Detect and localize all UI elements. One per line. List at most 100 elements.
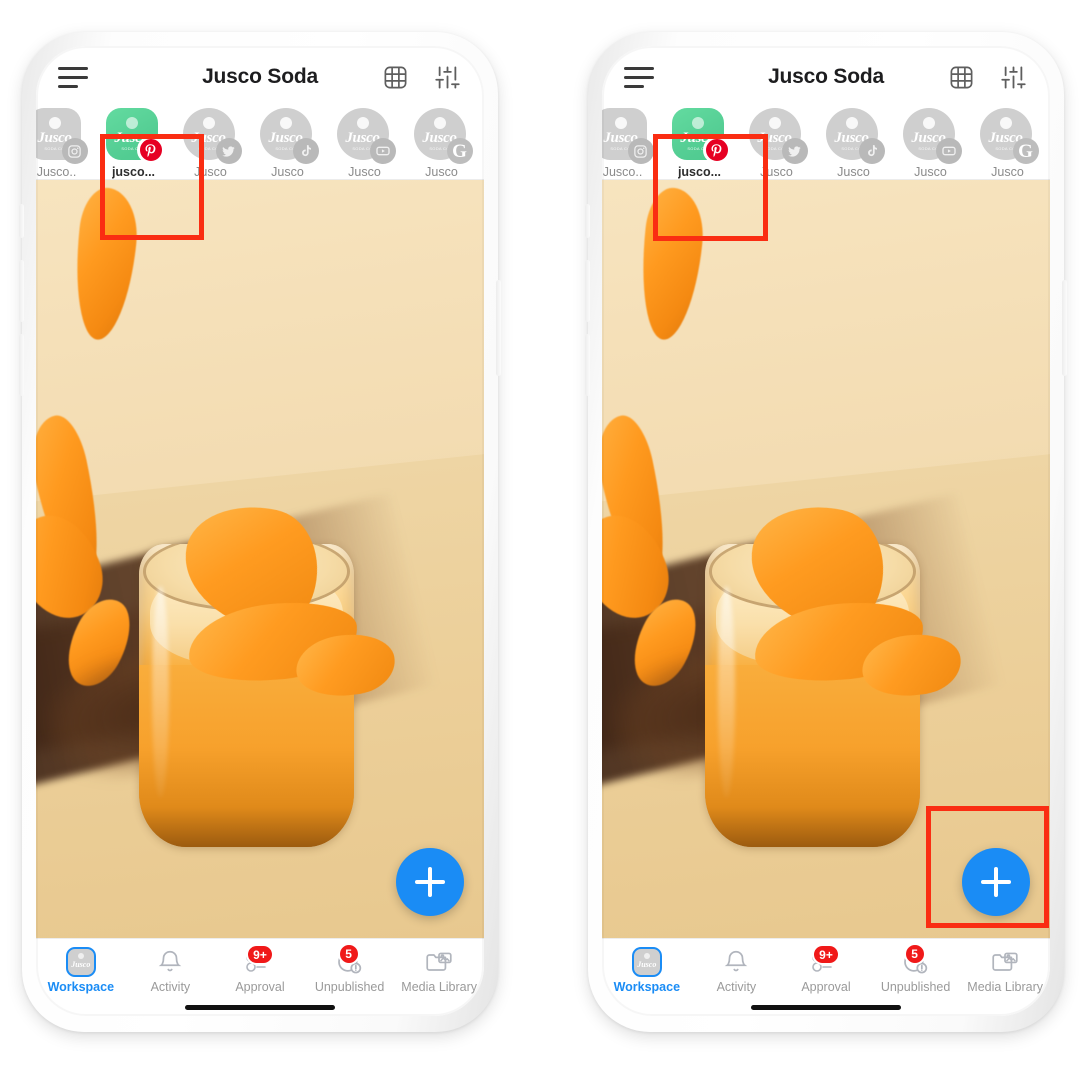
brand-dot-icon bbox=[202, 117, 215, 129]
tab-activity[interactable]: Activity bbox=[126, 945, 216, 994]
account-item-instagram[interactable]: Jusco SODA CO Jusco.. bbox=[36, 108, 95, 179]
avatar: Jusco SODA CO bbox=[336, 108, 396, 164]
account-item-tiktok[interactable]: Jusco SODA CO Jusco bbox=[249, 108, 326, 179]
glass-highlight bbox=[151, 586, 170, 799]
account-label: Jusco bbox=[914, 165, 947, 179]
tiktok-icon bbox=[858, 138, 885, 164]
phone-screen-right: Jusco Soda Jusco SODA CO Jusco.. Jusco S… bbox=[602, 46, 1050, 1016]
avatar: Jusco SODA CO bbox=[671, 108, 731, 164]
grid-view-icon[interactable] bbox=[380, 62, 410, 92]
pinterest-icon bbox=[136, 136, 165, 164]
post-photo-cocktail[interactable] bbox=[602, 180, 1050, 938]
avatar: Jusco SODA CO bbox=[602, 108, 654, 164]
create-post-button[interactable] bbox=[396, 848, 464, 916]
approval-count-badge: 9+ bbox=[811, 944, 840, 965]
brand-dot-icon bbox=[845, 117, 858, 129]
silent-switch-button[interactable] bbox=[19, 204, 24, 238]
checklist-icon: 9+ bbox=[811, 944, 841, 979]
avatar: Jusco SODA CO G bbox=[979, 108, 1039, 164]
account-label: Jusco bbox=[425, 165, 458, 179]
filter-sliders-icon[interactable] bbox=[432, 62, 462, 92]
account-item-twitter[interactable]: Jusco SODA CO Jusco bbox=[738, 108, 815, 179]
hamburger-menu-icon[interactable] bbox=[58, 66, 88, 88]
create-post-button[interactable] bbox=[962, 848, 1030, 916]
avatar: Jusco SODA CO G bbox=[413, 108, 473, 164]
volume-up-button[interactable] bbox=[585, 260, 590, 322]
brand-dot-icon bbox=[433, 117, 446, 129]
phone-mockup-left: Jusco Soda Jusco SODA CO Jusco.. Jusco S… bbox=[19, 32, 501, 1032]
unpublished-count-badge: 5 bbox=[903, 943, 926, 965]
power-button[interactable] bbox=[496, 280, 501, 376]
avatar: Jusco SODA CO bbox=[105, 108, 165, 164]
pinterest-icon bbox=[702, 136, 731, 164]
tab-workspace[interactable]: Jusco Workspace bbox=[36, 945, 126, 994]
phone-screen-left: Jusco Soda Jusco SODA CO Jusco.. Jusco S… bbox=[36, 46, 484, 1016]
account-switcher-strip[interactable]: Jusco SODA CO Jusco.. Jusco SODA CO jusc… bbox=[36, 108, 484, 180]
account-label: Jusco bbox=[760, 165, 793, 179]
tab-activity[interactable]: Activity bbox=[692, 945, 782, 994]
tab-approval[interactable]: 9+ Approval bbox=[781, 944, 871, 994]
tab-unpublished[interactable]: 5 Unpublished bbox=[871, 943, 961, 994]
account-item-instagram[interactable]: Jusco SODA CO Jusco.. bbox=[602, 108, 661, 179]
brand-dot-icon bbox=[922, 117, 935, 129]
tab-media-library[interactable]: Media Library bbox=[960, 945, 1050, 994]
account-label: Jusco bbox=[991, 165, 1024, 179]
post-preview-grid[interactable] bbox=[602, 180, 1050, 938]
youtube-icon bbox=[935, 138, 962, 164]
brand-dot-icon bbox=[999, 117, 1012, 129]
twitter-icon bbox=[215, 138, 242, 164]
account-label: Jusco bbox=[271, 165, 304, 179]
tab-label: Approval bbox=[801, 980, 851, 994]
account-item-twitter[interactable]: Jusco SODA CO Jusco bbox=[172, 108, 249, 179]
account-label: jusco... bbox=[677, 165, 722, 179]
avatar: Jusco SODA CO bbox=[259, 108, 319, 164]
tab-label: Media Library bbox=[401, 980, 478, 994]
workspace-chip-icon: Jusco bbox=[65, 945, 96, 979]
tab-label: Activity bbox=[150, 980, 191, 994]
tab-media-library[interactable]: Media Library bbox=[394, 945, 484, 994]
avatar: Jusco SODA CO bbox=[182, 108, 242, 164]
tab-workspace[interactable]: Jusco Workspace bbox=[602, 945, 692, 994]
tab-label: Workspace bbox=[613, 980, 681, 994]
volume-up-button[interactable] bbox=[19, 260, 24, 322]
app-header: Jusco Soda bbox=[36, 46, 484, 108]
brand-dot-icon bbox=[356, 117, 369, 129]
tab-label: Media Library bbox=[967, 980, 1044, 994]
tab-approval[interactable]: 9+ Approval bbox=[215, 944, 305, 994]
brand-dot-icon bbox=[691, 117, 704, 129]
tab-label: Workspace bbox=[47, 980, 115, 994]
brand-dot-icon bbox=[614, 117, 627, 129]
tab-label: Unpublished bbox=[314, 980, 385, 994]
tab-unpublished[interactable]: 5 Unpublished bbox=[305, 943, 395, 994]
post-preview-grid[interactable] bbox=[36, 180, 484, 938]
account-switcher-strip[interactable]: Jusco SODA CO Jusco.. Jusco SODA CO jusc… bbox=[602, 108, 1050, 180]
avatar: Jusco SODA CO bbox=[825, 108, 885, 164]
account-item-google[interactable]: Jusco SODA CO G Jusco bbox=[403, 108, 480, 179]
account-item-tiktok[interactable]: Jusco SODA CO Jusco bbox=[815, 108, 892, 179]
account-item-pinterest[interactable]: Jusco SODA CO jusco... bbox=[95, 108, 172, 179]
post-photo-cocktail[interactable] bbox=[36, 180, 484, 938]
clock-alert-icon: 5 bbox=[902, 943, 930, 979]
header-actions bbox=[946, 62, 1028, 92]
account-item-youtube[interactable]: Jusco SODA CO Jusco bbox=[326, 108, 403, 179]
youtube-icon bbox=[369, 138, 396, 164]
account-label: Jusco.. bbox=[36, 165, 77, 179]
phone-mockup-right: Jusco Soda Jusco SODA CO Jusco.. Jusco S… bbox=[585, 32, 1067, 1032]
account-item-google[interactable]: Jusco SODA CO G Jusco bbox=[969, 108, 1046, 179]
bell-icon bbox=[723, 945, 749, 979]
tab-label: Activity bbox=[716, 980, 757, 994]
volume-down-button[interactable] bbox=[19, 334, 24, 396]
account-item-youtube[interactable]: Jusco SODA CO Jusco bbox=[892, 108, 969, 179]
hamburger-menu-icon[interactable] bbox=[624, 66, 654, 88]
silent-switch-button[interactable] bbox=[585, 204, 590, 238]
grid-view-icon[interactable] bbox=[946, 62, 976, 92]
brand-dot-icon bbox=[768, 117, 781, 129]
account-label: Jusco bbox=[348, 165, 381, 179]
twitter-icon bbox=[781, 138, 808, 164]
volume-down-button[interactable] bbox=[585, 334, 590, 396]
power-button[interactable] bbox=[1062, 280, 1067, 376]
account-label: jusco... bbox=[111, 165, 156, 179]
header-actions bbox=[380, 62, 462, 92]
account-item-pinterest[interactable]: Jusco SODA CO jusco... bbox=[661, 108, 738, 179]
filter-sliders-icon[interactable] bbox=[998, 62, 1028, 92]
